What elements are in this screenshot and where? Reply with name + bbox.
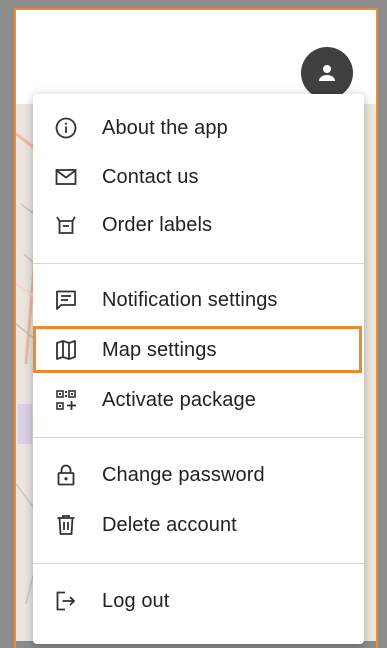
menu-item-change-password[interactable]: Change password [33, 451, 364, 499]
menu-item-label: Contact us [102, 165, 199, 188]
menu-item-order-labels[interactable]: Order labels [33, 201, 364, 249]
menu-item-map-settings[interactable]: Map settings [33, 326, 364, 374]
menu-item-label: Change password [102, 463, 265, 486]
qr-add-icon [54, 388, 78, 412]
mail-icon [54, 165, 78, 189]
menu-divider [33, 263, 364, 264]
menu-item-label: Log out [102, 589, 170, 612]
account-icon [319, 65, 335, 81]
menu-item-label: About the app [102, 116, 228, 139]
trash-icon [54, 513, 78, 537]
header-bar [16, 10, 376, 104]
menu-item-label: Notification settings [102, 288, 278, 311]
menu-item-log-out[interactable]: Log out [33, 577, 364, 625]
menu-item-contact[interactable]: Contact us [33, 153, 364, 201]
menu-divider [33, 437, 364, 438]
info-circle-icon [54, 116, 78, 140]
message-icon [54, 288, 78, 312]
map-icon [54, 338, 78, 362]
menu-item-label: Map settings [102, 338, 217, 361]
menu-item-label: Activate package [102, 388, 256, 411]
account-menu: About the app Contact us Order labels No… [33, 94, 364, 644]
logout-icon [54, 589, 78, 613]
menu-item-delete-account[interactable]: Delete account [33, 501, 364, 549]
menu-item-label: Delete account [102, 513, 237, 536]
lock-icon [54, 463, 78, 487]
tray-icon [54, 213, 78, 237]
menu-item-label: Order labels [102, 213, 213, 236]
menu-item-notification-settings[interactable]: Notification settings [33, 276, 364, 324]
menu-item-about[interactable]: About the app [33, 104, 364, 152]
menu-item-activate-package[interactable]: Activate package [33, 376, 364, 424]
account-button[interactable] [301, 47, 353, 99]
menu-divider [33, 563, 364, 564]
